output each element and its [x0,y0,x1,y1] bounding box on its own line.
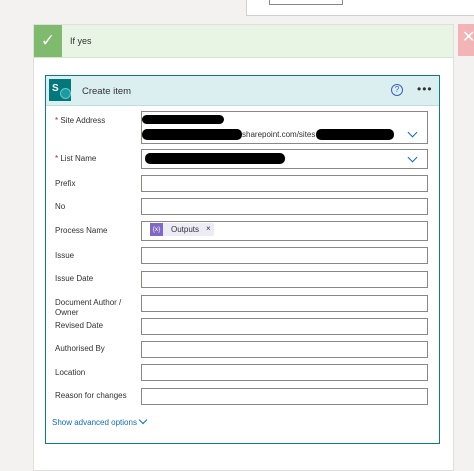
list-name-field[interactable] [141,149,428,169]
authorised-by-input[interactable] [141,341,428,358]
if-yes-header[interactable]: ✓ If yes [34,25,453,58]
redacted-text [145,153,285,164]
more-options-icon[interactable]: ••• [417,82,433,96]
prefix-input[interactable] [141,175,428,192]
location-input[interactable] [141,364,428,381]
close-icon: ✕ [462,29,474,46]
site-address-value: sharepoint.com/sites [242,130,316,139]
issue-label: Issue [55,251,75,260]
redacted-text [142,115,224,124]
if-no-branch-header[interactable]: ✕ [458,24,474,56]
no-input[interactable] [141,198,428,215]
site-address-field[interactable]: sharepoint.com/sites [141,111,428,144]
redacted-text [316,129,394,140]
reason-for-changes-label: Reason for changes [55,391,127,400]
outputs-token[interactable]: {x} Outputs × [150,223,214,236]
chevron-down-icon[interactable] [407,127,418,138]
if-yes-title: If yes [70,36,92,46]
issue-date-input[interactable] [141,271,428,288]
issue-input[interactable] [141,247,428,264]
token-label: Outputs [171,225,200,234]
revised-date-label: Revised Date [55,321,104,330]
document-author-label: Document Author / Owner [55,298,122,317]
show-advanced-options-link[interactable]: Show advanced options [52,418,137,427]
card-title: Create item [82,86,132,97]
previous-card-stub [246,0,474,16]
chevron-down-icon[interactable] [407,152,418,163]
redacted-text [142,129,242,140]
location-label: Location [55,368,86,377]
expression-icon: {x} [150,223,163,236]
issue-date-label: Issue Date [55,274,94,283]
remove-token-icon[interactable]: × [206,224,211,233]
process-name-label: Process Name [55,226,108,235]
reason-for-changes-input[interactable] [141,388,428,405]
previous-card-button[interactable] [269,0,343,5]
revised-date-input[interactable] [141,318,428,335]
no-label: No [55,202,66,211]
help-icon[interactable]: ? [391,84,403,96]
checkmark-icon: ✓ [34,25,62,57]
sharepoint-icon: S [49,79,71,101]
list-name-label: * List Name [55,154,97,163]
authorised-by-label: Authorised By [55,344,105,353]
prefix-label: Prefix [55,179,76,188]
document-author-input[interactable] [141,295,428,312]
process-name-input[interactable]: {x} Outputs × [141,221,428,241]
card-header[interactable]: S Create item ? ••• [46,76,439,106]
site-address-label: * Site Address [55,116,106,125]
